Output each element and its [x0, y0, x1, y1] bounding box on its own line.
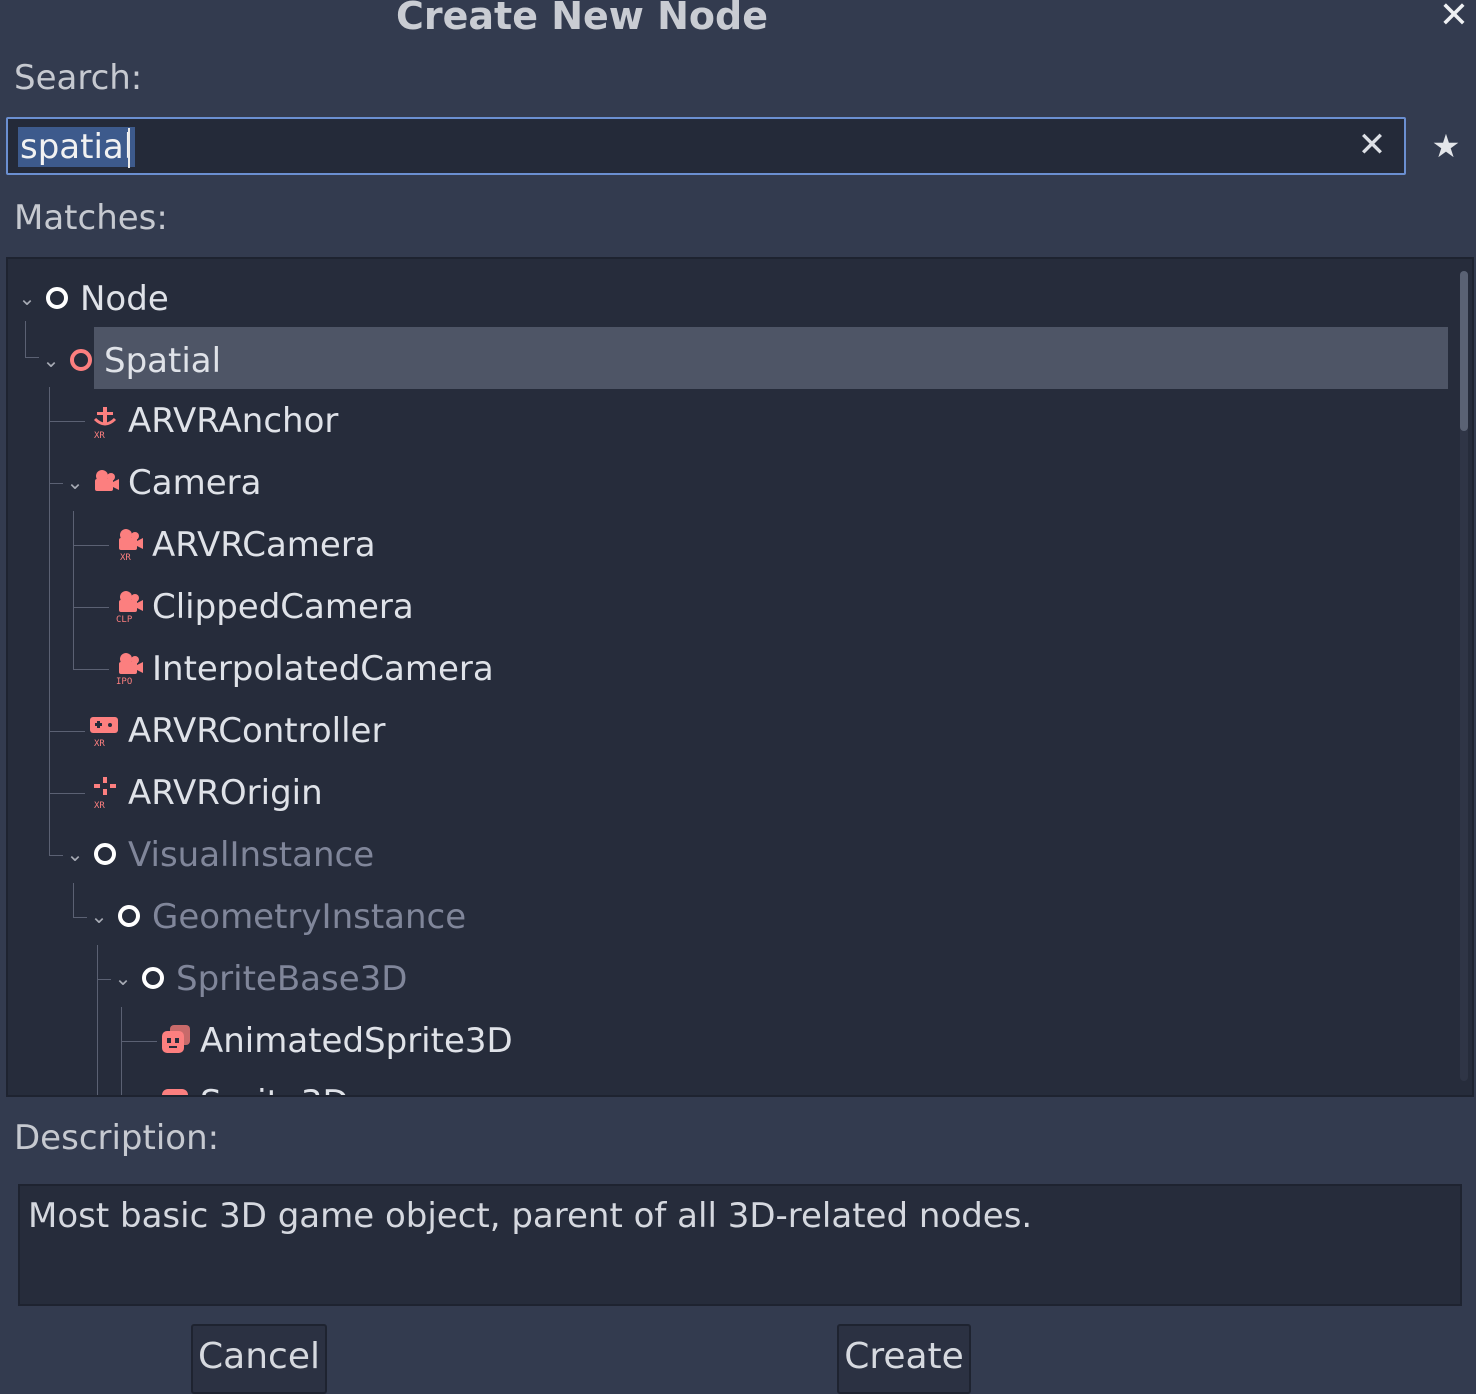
tree-item-interpolatedcamera[interactable]: IPO InterpolatedCamera: [8, 639, 1448, 701]
interpolated-camera-icon: IPO: [114, 651, 144, 687]
matches-label: Matches:: [14, 198, 168, 238]
search-input-value: spatial: [18, 127, 136, 167]
tree-item-spritebase3d[interactable]: ⌄ SpriteBase3D: [8, 949, 1448, 1011]
tree-item-arvranchor[interactable]: XR ARVRAnchor: [8, 391, 1448, 453]
spatial-circle-icon: [66, 345, 96, 375]
matches-tree[interactable]: ⌄ Node ⌄ Spatial XR ARVRAnchor ⌄ Camera …: [6, 257, 1474, 1097]
visual-instance-circle-icon: [90, 839, 120, 869]
clipped-camera-icon: CLP: [114, 589, 144, 625]
tree-item-arvrcamera[interactable]: XR ARVRCamera: [8, 515, 1448, 577]
svg-text:CLP: CLP: [116, 615, 133, 623]
close-icon[interactable]: ✕: [1434, 0, 1474, 38]
tree-item-label: Sprite3D: [200, 1083, 349, 1095]
selection-highlight: [94, 327, 1448, 389]
tree-item-label: ARVRCamera: [152, 525, 376, 565]
tree-item-label: GeometryInstance: [152, 897, 467, 937]
chevron-down-icon[interactable]: ⌄: [112, 967, 134, 989]
tree-item-label: VisualInstance: [128, 835, 375, 875]
arvr-origin-icon: XR: [90, 775, 120, 811]
tree-item-sprite3d[interactable]: Sprite3D: [8, 1073, 1448, 1095]
chevron-down-icon[interactable]: ⌄: [64, 471, 86, 493]
tree-item-geometryinstance[interactable]: ⌄ GeometryInstance: [8, 887, 1448, 949]
camera-icon: [90, 467, 120, 497]
tree-item-label: SpriteBase3D: [176, 959, 408, 999]
description-panel: Most basic 3D game object, parent of all…: [18, 1184, 1462, 1306]
tree-item-camera[interactable]: ⌄ Camera: [8, 453, 1448, 515]
text-caret: [128, 128, 130, 168]
node-circle-icon: [42, 283, 72, 313]
svg-text:XR: XR: [94, 739, 105, 747]
description-label: Description:: [14, 1118, 220, 1158]
arvr-anchor-icon: XR: [90, 405, 120, 441]
tree-item-arvrcontroller[interactable]: XR ARVRController: [8, 701, 1448, 763]
svg-text:IPO: IPO: [116, 677, 132, 685]
tree-item-label: AnimatedSprite3D: [200, 1021, 513, 1061]
svg-text:XR: XR: [120, 553, 131, 561]
chevron-down-icon[interactable]: ⌄: [64, 843, 86, 865]
description-text: Most basic 3D game object, parent of all…: [28, 1196, 1033, 1236]
arvr-controller-icon: XR: [88, 713, 118, 749]
search-label: Search:: [14, 58, 143, 98]
tree-item-spatial[interactable]: ⌄ Spatial: [8, 321, 1448, 389]
svg-text:XR: XR: [94, 431, 105, 439]
animated-sprite-icon: [160, 1023, 190, 1053]
search-input[interactable]: spatial ✕: [6, 117, 1406, 175]
tree-item-label: ARVRController: [128, 711, 386, 751]
tree-item-clippedcamera[interactable]: CLP ClippedCamera: [8, 577, 1448, 639]
tree-item-arvrorigin[interactable]: XR ARVROrigin: [8, 763, 1448, 825]
scrollbar-thumb[interactable]: [1460, 271, 1468, 431]
tree-item-visualinstance[interactable]: ⌄ VisualInstance: [8, 825, 1448, 887]
sprite3d-icon: [160, 1087, 190, 1095]
tree-item-label: ClippedCamera: [152, 587, 414, 627]
tree-item-label: Camera: [128, 463, 262, 503]
sprite-base-circle-icon: [138, 963, 168, 993]
geometry-instance-circle-icon: [114, 901, 144, 931]
tree-item-animatedsprite3d[interactable]: AnimatedSprite3D: [8, 1011, 1448, 1073]
tree-item-label: Node: [80, 279, 169, 319]
clear-icon[interactable]: ✕: [1352, 125, 1392, 165]
chevron-down-icon[interactable]: ⌄: [16, 287, 38, 309]
tree-item-label: ARVRAnchor: [128, 401, 339, 441]
tree-item-node[interactable]: ⌄ Node: [8, 267, 1448, 329]
star-icon[interactable]: ★: [1428, 128, 1464, 164]
dialog-title: Create New Node: [395, 0, 768, 38]
chevron-down-icon[interactable]: ⌄: [88, 905, 110, 927]
arvr-camera-icon: XR: [114, 527, 144, 563]
tree-item-label: InterpolatedCamera: [152, 649, 494, 689]
tree-item-label: ARVROrigin: [128, 773, 323, 813]
tree-item-label: Spatial: [104, 341, 222, 381]
svg-text:XR: XR: [94, 801, 105, 809]
chevron-down-icon[interactable]: ⌄: [40, 349, 62, 371]
